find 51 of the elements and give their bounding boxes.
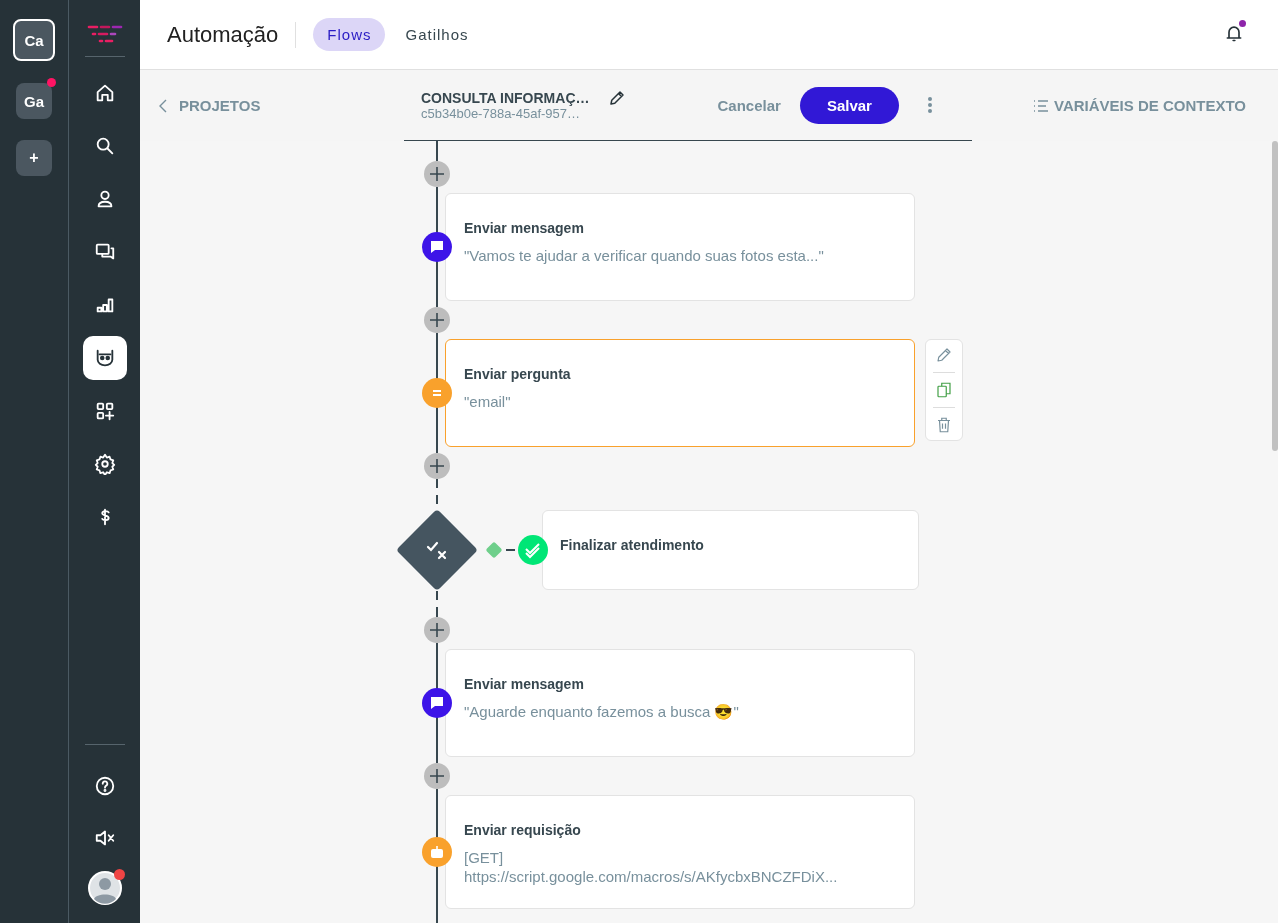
bot-button[interactable]	[82, 336, 127, 380]
tab[interactable]: Gatilhos	[391, 18, 483, 51]
step-card[interactable]: Enviar mensagem "Aguarde enquanto fazemos a busca 😎"	[445, 649, 915, 757]
chevron-left-icon	[159, 98, 167, 113]
avatar[interactable]	[87, 871, 122, 905]
chat-bubble-icon	[422, 232, 452, 262]
plus-icon	[430, 459, 444, 473]
add-step-button[interactable]	[424, 763, 450, 789]
step-title: Enviar pergunta	[464, 366, 572, 382]
flow-id: c5b34b0e-788a-45af-957…	[421, 105, 580, 121]
scrollbar[interactable]	[1272, 141, 1278, 451]
step-summary: https://script.google.com/macros/s/AKfycbxBNCZFDiX...	[464, 867, 839, 886]
plus-icon	[430, 167, 444, 181]
step-title: Finalizar atendimento	[560, 537, 705, 553]
help-icon[interactable]	[93, 775, 116, 797]
page-title: Automação	[167, 21, 279, 48]
step-title: Enviar requisição	[464, 822, 582, 838]
save-button[interactable]: Salvar	[799, 86, 899, 124]
add-workspace-button[interactable]: +	[16, 140, 52, 176]
more-options-icon[interactable]	[926, 96, 933, 114]
double-check-icon	[518, 535, 548, 565]
add-step-button[interactable]	[424, 453, 450, 479]
equals-icon	[422, 378, 452, 408]
robot-icon	[422, 837, 452, 867]
step-title: Enviar mensagem	[464, 220, 585, 236]
add-step-button[interactable]	[424, 161, 450, 187]
add-step-button[interactable]	[424, 307, 450, 333]
step-summary: "email"	[464, 392, 512, 411]
step-summary: "Aguarde enquanto fazemos a busca 😎"	[464, 702, 740, 721]
plus-icon	[430, 623, 444, 637]
logo-icon	[86, 24, 123, 44]
list-icon	[1033, 98, 1049, 113]
flow-name: CONSULTA INFORMAÇ…	[421, 89, 590, 106]
edit-icon[interactable]	[607, 89, 626, 107]
step-card[interactable]: Enviar mensagem "Vamos te ajudar a verificar quando suas fotos esta..."	[445, 193, 915, 301]
step-card[interactable]: Finalizar atendimento	[542, 510, 919, 590]
step-title: Enviar mensagem	[464, 676, 585, 692]
workspace-button[interactable]: Ga	[16, 83, 52, 119]
plus-icon	[430, 313, 444, 327]
chat-bubble-icon	[422, 688, 452, 718]
tab[interactable]: Flows	[313, 18, 386, 51]
step-summary: [GET]	[464, 848, 505, 867]
trash-icon[interactable]	[935, 416, 953, 434]
step-card[interactable]: Enviar requisição [GET] https://script.google.com/macros/s/AKfycbxBNCZFDiX...	[445, 795, 915, 909]
copy-icon[interactable]	[935, 381, 953, 399]
workspace-button[interactable]: Ca	[13, 19, 55, 61]
step-summary: "Vamos te ajudar a verificar quando suas fotos esta..."	[464, 246, 825, 265]
add-step-button[interactable]	[424, 617, 450, 643]
plus-icon	[430, 769, 444, 783]
step-card[interactable]: Enviar pergunta "email"	[445, 339, 915, 447]
settings-icon	[93, 453, 116, 475]
